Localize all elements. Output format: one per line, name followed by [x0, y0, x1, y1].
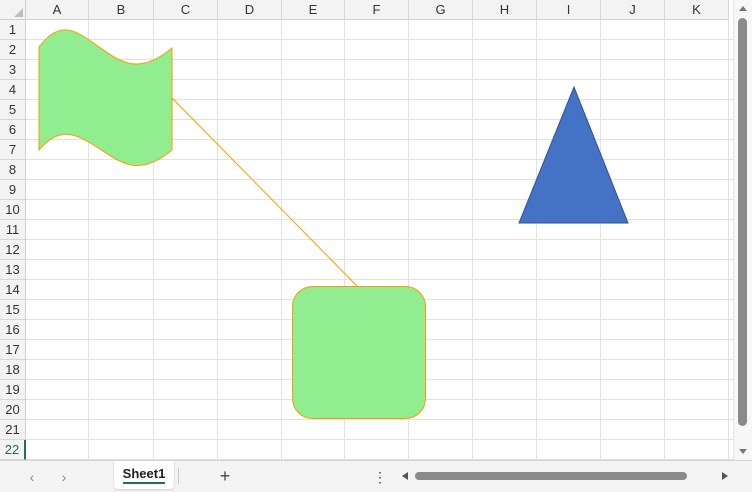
- spreadsheet-app: ABCDEFGHIJK 1 2 3 4 5 6 7 8 9 10 11 12 13 14 15 16 17 18 1…: [0, 0, 752, 492]
- worksheet-grid[interactable]: ABCDEFGHIJK 1 2 3 4 5 6 7 8 9 10 11 12 13 14 15 16 17 18 1…: [0, 0, 733, 460]
- connector-line[interactable]: [171, 97, 359, 288]
- chevron-left-icon[interactable]: ‹: [24, 469, 40, 485]
- horizontal-scrollbar[interactable]: [398, 468, 732, 484]
- sheet-tab-sheet1[interactable]: Sheet1: [114, 461, 174, 489]
- sheet-tab-bar: ‹ › Sheet1 + ⋮: [0, 460, 752, 492]
- scroll-right-icon[interactable]: [722, 472, 728, 480]
- drawing-layer: [38, 29, 629, 419]
- triangle-shape[interactable]: [518, 85, 629, 224]
- more-options-icon[interactable]: ⋮: [373, 468, 387, 486]
- vertical-scrollbar[interactable]: [733, 0, 752, 460]
- wave-flag-shape[interactable]: [38, 29, 173, 166]
- horizontal-scroll-thumb[interactable]: [415, 472, 687, 480]
- scroll-up-icon[interactable]: [739, 6, 747, 11]
- sheet-tab-label: Sheet1: [122, 466, 166, 484]
- scroll-down-icon[interactable]: [739, 449, 747, 454]
- scroll-left-icon[interactable]: [402, 472, 408, 480]
- vertical-scroll-thumb[interactable]: [738, 18, 747, 426]
- chevron-right-icon[interactable]: ›: [56, 469, 72, 485]
- rounded-rectangle-shape[interactable]: [292, 286, 426, 419]
- tab-divider: [178, 468, 179, 484]
- add-sheet-button[interactable]: +: [216, 467, 234, 485]
